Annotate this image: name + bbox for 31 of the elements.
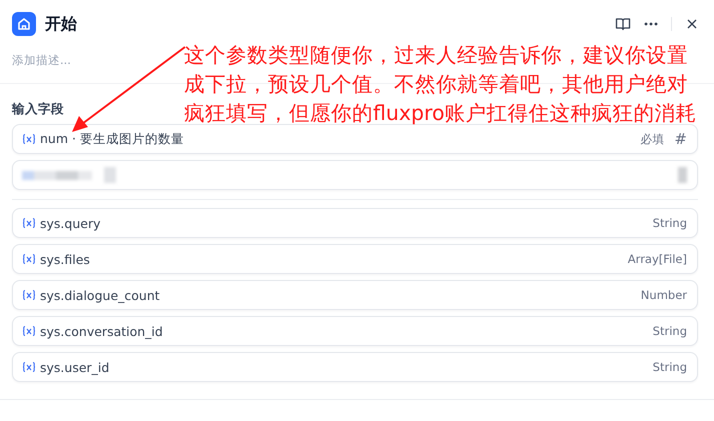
system-variable-row[interactable]: sys.query String — [12, 208, 698, 238]
system-variable-row[interactable]: sys.files Array[File] — [12, 244, 698, 274]
variable-name: sys.query — [40, 216, 100, 230]
variable-icon — [22, 361, 36, 373]
field-label: num · 要生成图片的数量 — [40, 130, 184, 148]
input-field-row[interactable]: num · 要生成图片的数量 必填 # — [12, 124, 698, 154]
variable-type: String — [652, 324, 687, 338]
required-label: 必填 — [640, 132, 664, 146]
variable-name: sys.conversation_id — [40, 324, 163, 338]
number-type-icon: # — [674, 130, 687, 148]
variable-icon — [22, 217, 36, 229]
system-variable-row[interactable]: sys.conversation_id String — [12, 316, 698, 346]
variable-name: sys.dialogue_count — [40, 288, 160, 302]
system-variable-row[interactable]: sys.user_id String — [12, 352, 698, 382]
variable-type: Array[File] — [628, 252, 687, 266]
panel-title: 开始 — [45, 14, 77, 34]
variable-type: String — [652, 360, 687, 374]
variable-icon — [22, 325, 36, 337]
variable-name: sys.files — [40, 252, 90, 266]
annotation-text: 疯狂填写，但愿你的fluxpro账户扛得住这种疯狂的消耗 — [184, 100, 697, 127]
system-variable-row[interactable]: sys.dialogue_count Number — [12, 280, 698, 310]
variable-type: String — [652, 216, 687, 230]
variable-icon — [22, 253, 36, 265]
variable-icon — [22, 289, 36, 301]
variable-icon — [22, 133, 36, 145]
home-icon — [12, 12, 36, 36]
annotation-text: 成下拉，预设几个值。不然你就等着吧，其他用户绝对 — [184, 71, 688, 98]
variable-type: Number — [640, 288, 687, 302]
annotation-text: 这个参数类型随便你，过来人经验告诉你，建议你设置 — [184, 42, 688, 69]
variable-name: sys.user_id — [40, 360, 110, 374]
section-title: 输入字段 — [12, 101, 64, 118]
